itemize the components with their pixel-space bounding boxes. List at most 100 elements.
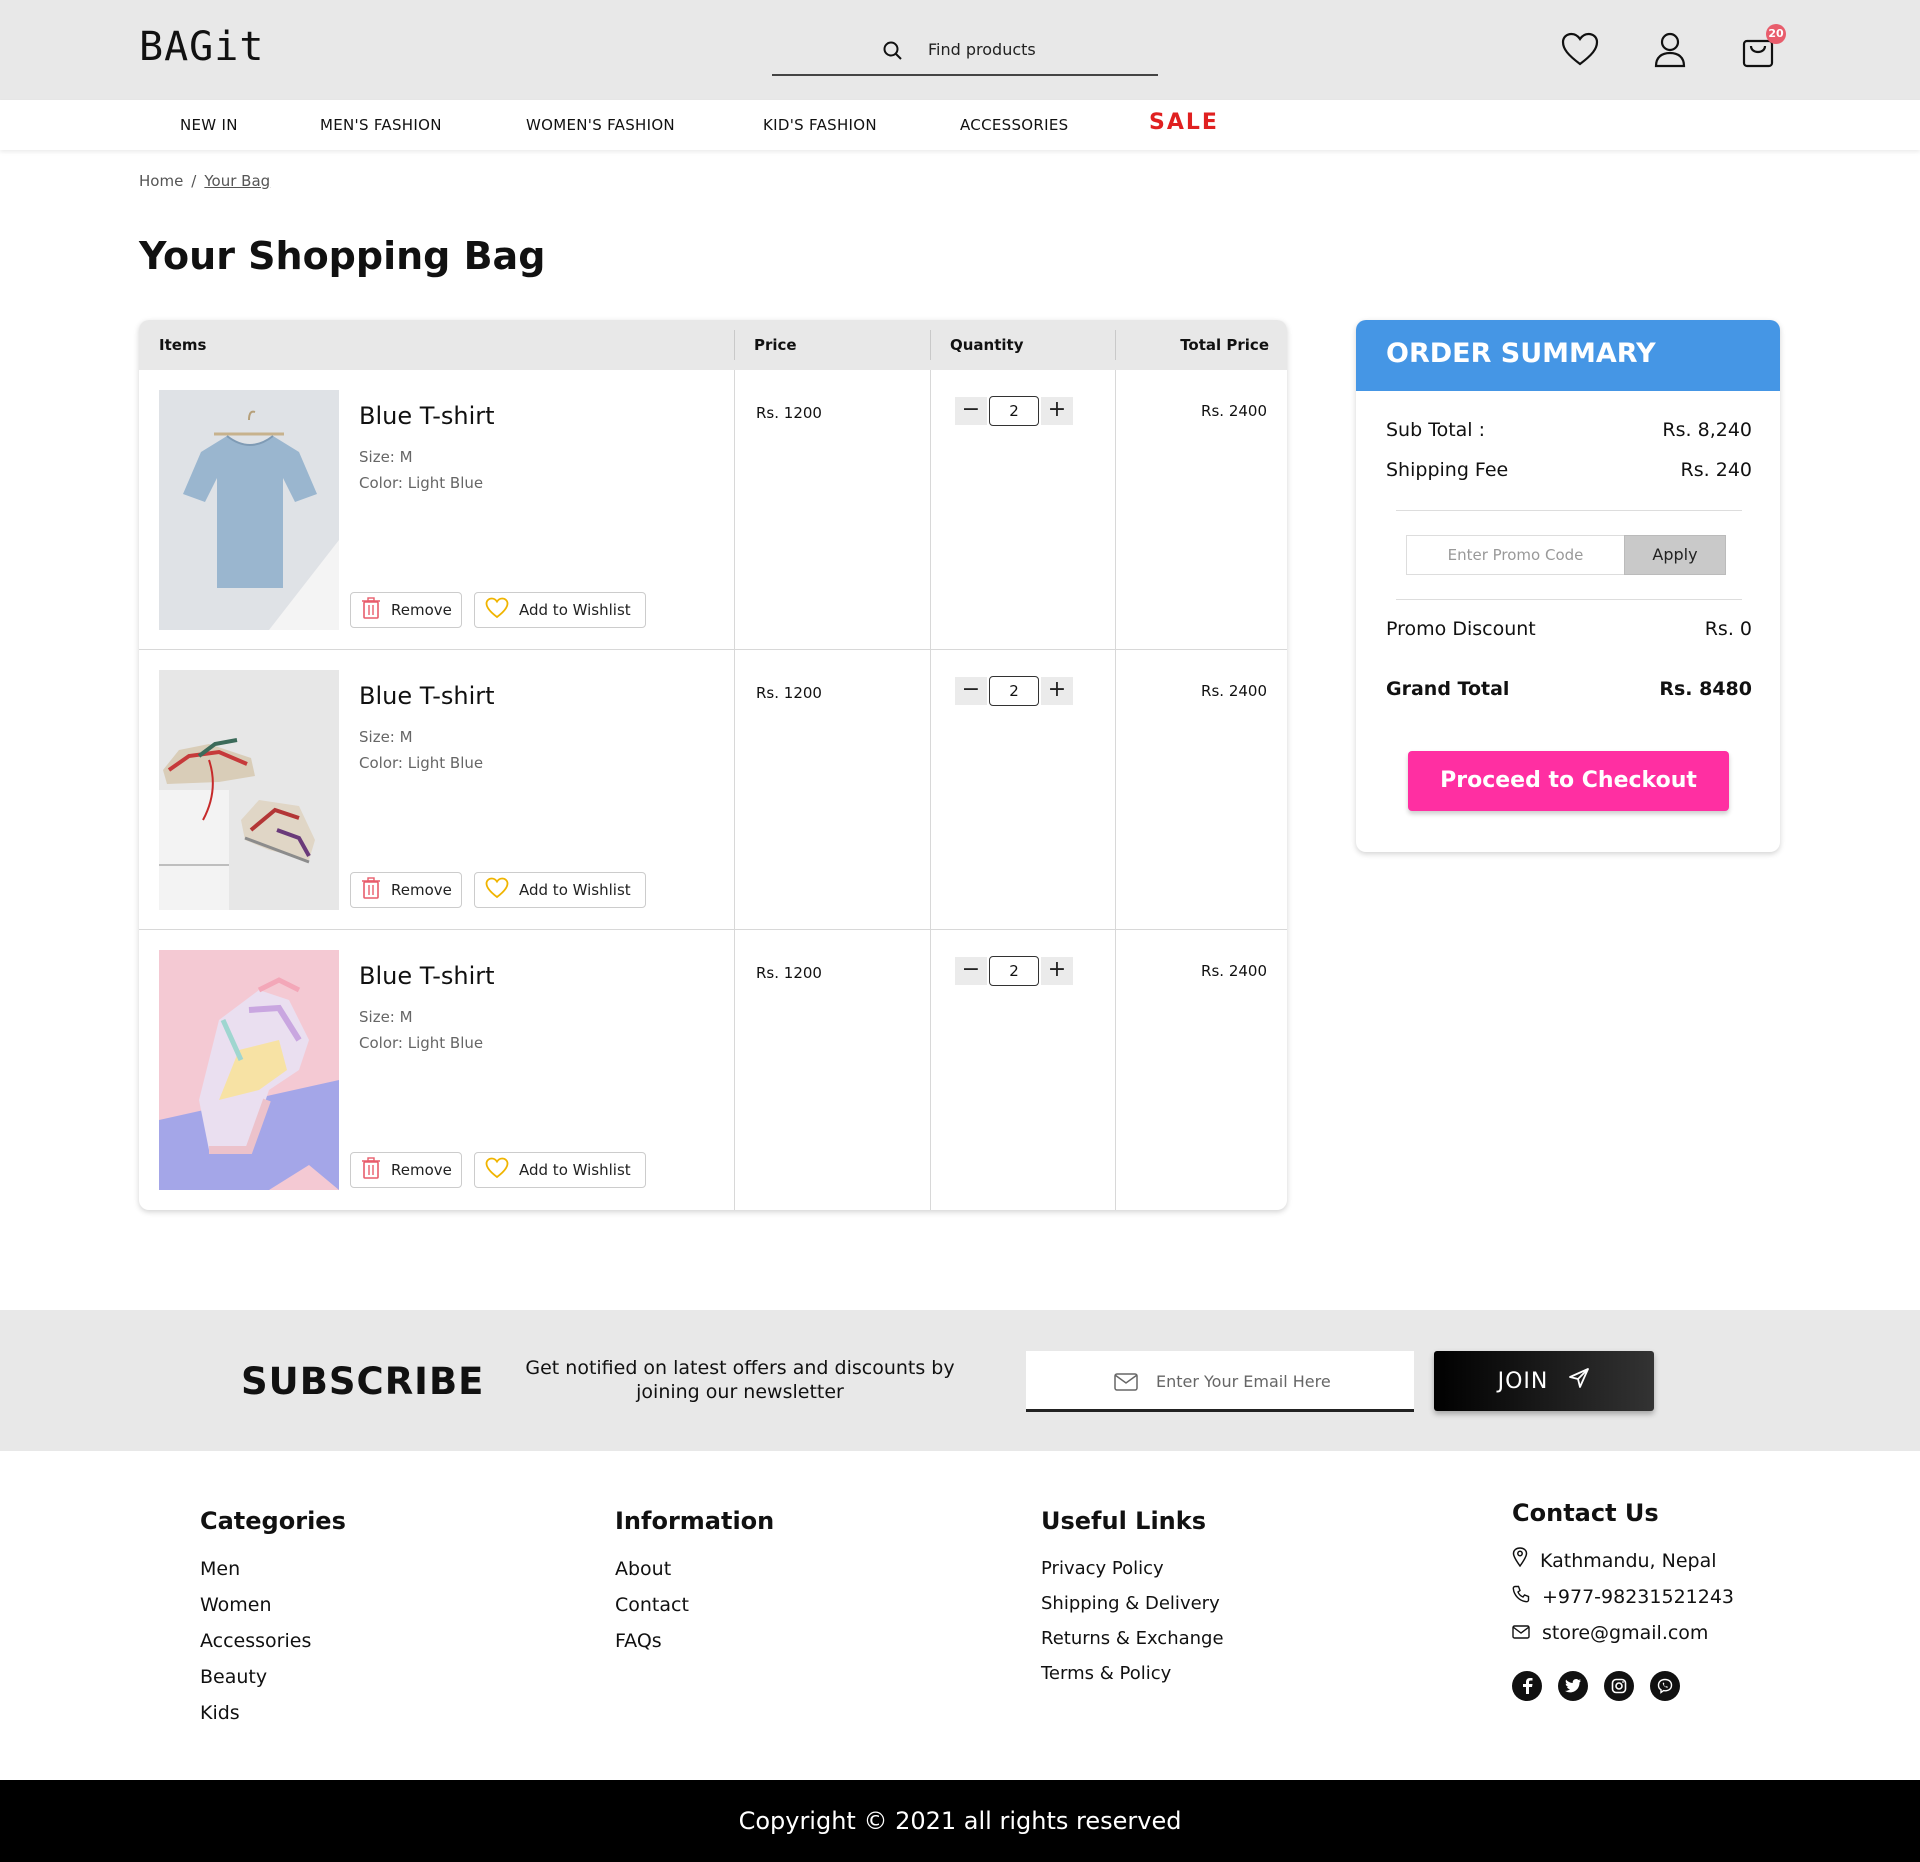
footer-contact: Contact Us Kathmandu, Nepal +977-9823152… (1512, 1499, 1734, 1701)
add-to-wishlist-button[interactable]: Add to Wishlist (474, 592, 646, 628)
remove-label: Remove (391, 881, 452, 899)
subtotal-row: Sub Total : Rs. 8,240 (1386, 419, 1752, 441)
join-button[interactable]: JOIN (1434, 1351, 1654, 1411)
product-size: Size: M (359, 1008, 413, 1026)
unit-price: Rs. 1200 (756, 684, 822, 702)
product-image[interactable] (159, 670, 339, 910)
email-text: store@gmail.com (1542, 1622, 1709, 1644)
product-name[interactable]: Blue T-shirt (359, 682, 495, 710)
footer-link-faqs[interactable]: FAQs (615, 1623, 774, 1659)
instagram-icon[interactable] (1604, 1671, 1634, 1701)
cart-row: Blue T-shirt Size: M Color: Light Blue R… (139, 650, 1287, 930)
footer-link-accessories[interactable]: Accessories (200, 1623, 346, 1659)
footer-link-returns-exchange[interactable]: Returns & Exchange (1041, 1621, 1224, 1656)
increase-button[interactable]: + (1041, 677, 1073, 705)
nav-kids-fashion[interactable]: KID'S FASHION (763, 116, 877, 134)
cart-count-badge: 20 (1766, 24, 1786, 44)
wishlist-heart-icon[interactable] (1560, 30, 1600, 70)
main-nav: NEW IN MEN'S FASHION WOMEN'S FASHION KID… (0, 100, 1920, 150)
quantity-stepper[interactable]: − 2 + (955, 676, 1073, 706)
address-text: Kathmandu, Nepal (1540, 1550, 1717, 1572)
shipping-label: Shipping Fee (1386, 459, 1509, 481)
header-divider (1115, 330, 1116, 360)
search-bar[interactable]: Find products (772, 30, 1158, 76)
contact-email[interactable]: store@gmail.com (1512, 1615, 1734, 1651)
col-price: Price (754, 336, 797, 354)
product-color: Color: Light Blue (359, 754, 484, 772)
breadcrumb-current[interactable]: Your Bag (204, 172, 270, 190)
cart-icon[interactable]: 20 (1738, 24, 1786, 70)
col-quantity: Quantity (950, 336, 1024, 354)
unit-price: Rs. 1200 (756, 964, 822, 982)
footer-link-privacy-policy[interactable]: Privacy Policy (1041, 1551, 1224, 1586)
row-total: Rs. 2400 (1201, 402, 1267, 420)
wishlist-label: Add to Wishlist (519, 1161, 631, 1179)
footer-link-beauty[interactable]: Beauty (200, 1659, 346, 1695)
increase-button[interactable]: + (1041, 957, 1073, 985)
footer-link-contact[interactable]: Contact (615, 1587, 774, 1623)
facebook-icon[interactable] (1512, 1671, 1542, 1701)
col-total-price: Total Price (1180, 336, 1269, 354)
wishlist-label: Add to Wishlist (519, 881, 631, 899)
apply-promo-button[interactable]: Apply (1624, 535, 1726, 575)
quantity-stepper[interactable]: − 2 + (955, 396, 1073, 426)
grand-total-value: Rs. 8480 (1659, 678, 1752, 700)
add-to-wishlist-button[interactable]: Add to Wishlist (474, 872, 646, 908)
remove-label: Remove (391, 601, 452, 619)
footer-link-about[interactable]: About (615, 1551, 774, 1587)
search-icon[interactable] (882, 40, 904, 66)
contact-phone[interactable]: +977-98231521243 (1512, 1579, 1734, 1615)
footer-link-men[interactable]: Men (200, 1551, 346, 1587)
remove-button[interactable]: Remove (350, 592, 462, 628)
row-total: Rs. 2400 (1201, 962, 1267, 980)
quantity-stepper[interactable]: − 2 + (955, 956, 1073, 986)
remove-button[interactable]: Remove (350, 1152, 462, 1188)
product-image[interactable] (159, 950, 339, 1190)
promo-code-input[interactable]: Enter Promo Code (1406, 535, 1624, 575)
email-icon (1512, 1615, 1530, 1651)
breadcrumb-home[interactable]: Home (139, 172, 183, 190)
search-input[interactable]: Find products (928, 40, 1036, 59)
decrease-button[interactable]: − (955, 957, 987, 985)
footer-link-kids[interactable]: Kids (200, 1695, 346, 1731)
promo-discount-row: Promo Discount Rs. 0 (1386, 618, 1752, 640)
product-image[interactable] (159, 390, 339, 630)
subtotal-label: Sub Total : (1386, 419, 1486, 441)
email-placeholder: Enter Your Email Here (1156, 1372, 1331, 1391)
user-icon[interactable] (1650, 30, 1690, 70)
social-links (1512, 1671, 1734, 1701)
trash-icon (361, 1157, 381, 1183)
nav-womens-fashion[interactable]: WOMEN'S FASHION (526, 116, 675, 134)
add-to-wishlist-button[interactable]: Add to Wishlist (474, 1152, 646, 1188)
proceed-to-checkout-button[interactable]: Proceed to Checkout (1408, 751, 1729, 811)
product-name[interactable]: Blue T-shirt (359, 402, 495, 430)
footer-link-women[interactable]: Women (200, 1587, 346, 1623)
nav-new-in[interactable]: NEW IN (180, 116, 238, 134)
footer-heading: Contact Us (1512, 1499, 1659, 1527)
nav-mens-fashion[interactable]: MEN'S FASHION (320, 116, 442, 134)
product-name[interactable]: Blue T-shirt (359, 962, 495, 990)
product-color: Color: Light Blue (359, 1034, 484, 1052)
contact-address: Kathmandu, Nepal (1512, 1543, 1734, 1579)
decrease-button[interactable]: − (955, 397, 987, 425)
logo[interactable]: BAGit (139, 24, 264, 70)
email-field[interactable]: Enter Your Email Here (1026, 1351, 1414, 1412)
nav-sale[interactable]: SALE (1149, 110, 1219, 135)
viber-icon[interactable] (1650, 1671, 1680, 1701)
twitter-icon[interactable] (1558, 1671, 1588, 1701)
footer-useful-links: Useful Links Privacy Policy Shipping & D… (1041, 1507, 1224, 1691)
decrease-button[interactable]: − (955, 677, 987, 705)
quantity-input[interactable]: 2 (989, 956, 1039, 986)
footer-categories: Categories Men Women Accessories Beauty … (200, 1507, 346, 1731)
discount-label: Promo Discount (1386, 618, 1536, 640)
breadcrumb-separator: / (191, 172, 197, 190)
remove-button[interactable]: Remove (350, 872, 462, 908)
quantity-input[interactable]: 2 (989, 676, 1039, 706)
nav-accessories[interactable]: ACCESSORIES (960, 116, 1068, 134)
footer-link-shipping-delivery[interactable]: Shipping & Delivery (1041, 1586, 1224, 1621)
footer-link-terms-policy[interactable]: Terms & Policy (1041, 1656, 1224, 1691)
discount-value: Rs. 0 (1704, 618, 1752, 640)
header-divider (734, 330, 735, 360)
quantity-input[interactable]: 2 (989, 396, 1039, 426)
increase-button[interactable]: + (1041, 397, 1073, 425)
